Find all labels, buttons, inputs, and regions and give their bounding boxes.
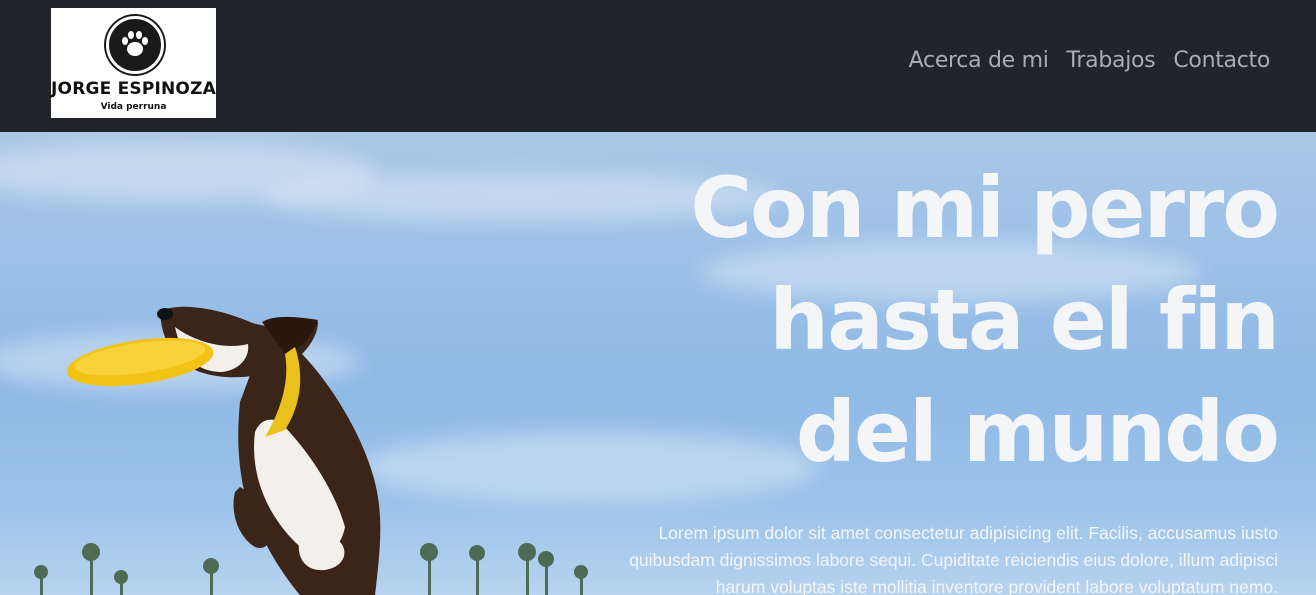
nav-link-acerca[interactable]: Acerca de mi [909, 48, 1049, 73]
nav-link-trabajos[interactable]: Trabajos [1067, 48, 1156, 73]
hero-description: Lorem ipsum dolor sit amet consectetur a… [629, 523, 1278, 595]
hero-title-line-3: del mundo [795, 383, 1280, 481]
nav-link-contacto[interactable]: Contacto [1173, 48, 1270, 73]
logo[interactable]: JORGE ESPINOZA Vida perruna [51, 8, 216, 118]
paw-icon [106, 16, 164, 74]
dog-catching-frisbee-photo [34, 306, 588, 595]
hero-title: Con mi perro hasta el fin del mundo [638, 152, 1280, 488]
hero-section: Con mi perro hasta el fin del mundo Lore… [0, 132, 1316, 595]
hero-title-line-1: Con mi perro [690, 159, 1280, 257]
logo-tagline: Vida perruna [100, 102, 167, 112]
main-nav: Acerca de mi Trabajos Contacto [909, 48, 1271, 73]
logo-brand: JORGE ESPINOZA [51, 79, 216, 99]
navbar: JORGE ESPINOZA Vida perruna Acerca de mi… [0, 0, 1316, 132]
hero-title-line-2: hasta el fin [769, 271, 1280, 369]
